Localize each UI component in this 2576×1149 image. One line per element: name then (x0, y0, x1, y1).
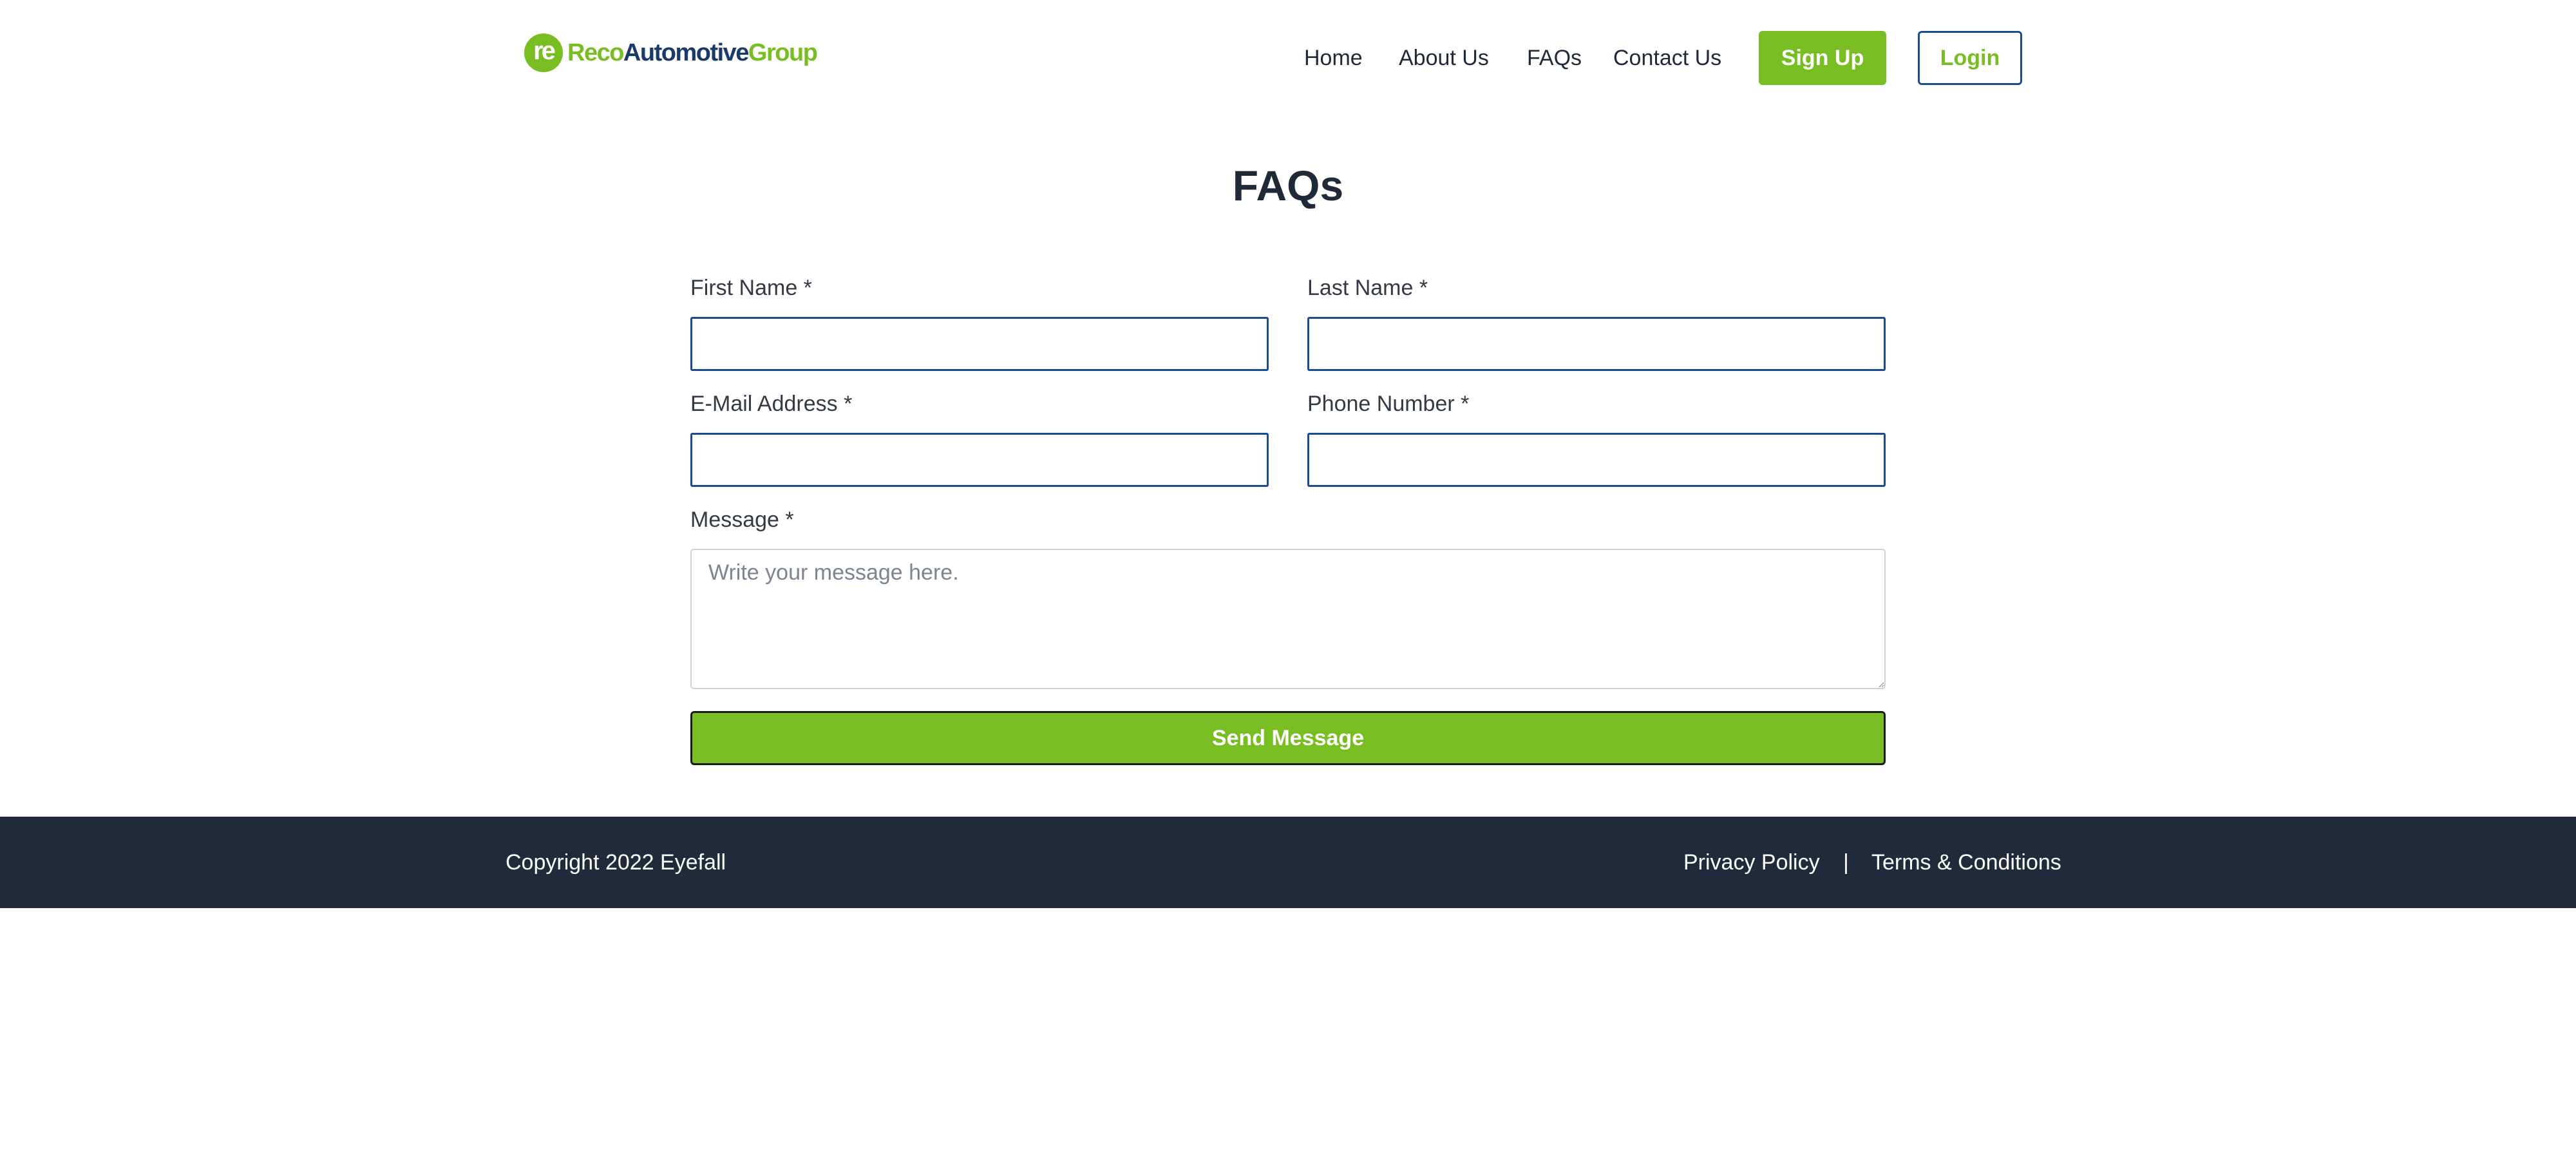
nav-link-home[interactable]: Home (1304, 31, 1363, 85)
phone-label: Phone Number * (1307, 392, 1470, 416)
last-name-field[interactable] (1307, 317, 1886, 371)
copyright-text: Copyright 2022 Eyefall (506, 850, 726, 875)
first-name-field[interactable] (690, 317, 1269, 371)
logo-mark-icon: re (524, 33, 563, 72)
logo-word-group: Group (748, 39, 818, 66)
logo-wordmark: RecoAutomotiveGroup (567, 39, 818, 67)
login-button[interactable]: Login (1918, 31, 2022, 85)
logo-word-automotive: Automotive (623, 39, 750, 66)
message-label: Message * (690, 508, 794, 532)
terms-conditions-link[interactable]: Terms & Conditions (1871, 817, 2061, 908)
footer-separator: | (1843, 850, 1849, 875)
nav-link-about-us[interactable]: About Us (1399, 31, 1489, 85)
site-header: re RecoAutomotiveGroup Home About Us FAQ… (0, 0, 2576, 116)
page: re RecoAutomotiveGroup Home About Us FAQ… (0, 0, 2576, 1149)
privacy-policy-link[interactable]: Privacy Policy (1683, 817, 1820, 908)
nav-link-faqs[interactable]: FAQs (1527, 31, 1582, 85)
message-textarea[interactable] (690, 549, 1886, 689)
nav-link-contact-us[interactable]: Contact Us (1613, 31, 1721, 85)
first-name-label: First Name * (690, 276, 812, 300)
email-field[interactable] (690, 433, 1269, 487)
sign-up-button[interactable]: Sign Up (1759, 31, 1886, 85)
page-title: FAQs (1232, 162, 1344, 209)
site-footer: Copyright 2022 Eyefall Privacy Policy | … (0, 817, 2576, 908)
phone-field[interactable] (1307, 433, 1886, 487)
last-name-label: Last Name * (1307, 276, 1428, 300)
logo-word-reco: Reco (567, 39, 624, 66)
brand-logo[interactable]: re RecoAutomotiveGroup (524, 33, 818, 72)
send-message-button[interactable]: Send Message (690, 711, 1886, 765)
email-label: E-Mail Address * (690, 392, 853, 416)
